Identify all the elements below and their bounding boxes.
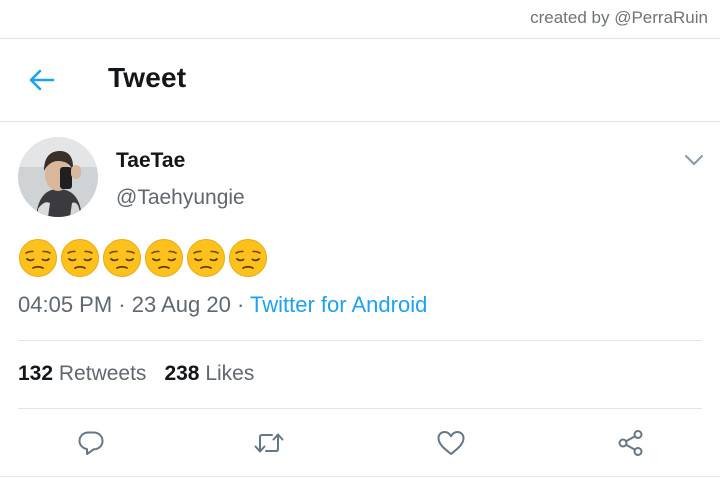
tweet-source-link[interactable]: Twitter for Android <box>250 292 427 317</box>
avatar[interactable] <box>18 137 98 217</box>
like-button[interactable] <box>428 420 474 466</box>
pensive-face-emoji <box>229 239 267 277</box>
likes-count: 238 <box>164 362 200 385</box>
likes-stat[interactable]: 238 Likes <box>164 362 254 385</box>
pensive-face-emoji <box>187 239 225 277</box>
retweet-icon <box>254 433 284 453</box>
heart-icon <box>437 431 465 455</box>
share-button[interactable] <box>608 420 654 466</box>
user-handle[interactable]: @Taehyungie <box>116 186 245 210</box>
likes-label: Likes <box>205 362 255 385</box>
tweet-options-button[interactable] <box>680 148 708 172</box>
reply-button[interactable] <box>68 420 114 466</box>
tweet-time: 04:05 PM <box>18 292 113 317</box>
display-name[interactable]: TaeTae <box>116 149 185 173</box>
retweet-button[interactable] <box>246 420 292 466</box>
tweet-text <box>18 238 268 280</box>
meta-separator: · <box>236 292 245 317</box>
tweet-metadata: 04:05 PM · 23 Aug 20 · Twitter for Andro… <box>18 292 427 318</box>
meta-separator: · <box>118 292 126 317</box>
bottom-divider <box>0 476 720 477</box>
watermark-credit: created by @PerraRuin <box>530 8 708 27</box>
retweets-stat[interactable]: 132 Retweets <box>18 362 146 385</box>
share-icon <box>618 430 643 456</box>
pensive-face-emoji <box>145 239 183 277</box>
divider <box>18 340 702 341</box>
retweets-count: 132 <box>18 362 54 385</box>
retweets-label: Retweets <box>58 362 147 385</box>
pensive-face-emoji <box>103 239 141 277</box>
pensive-face-emoji <box>19 239 57 277</box>
reply-icon <box>78 431 104 455</box>
header-divider <box>0 121 720 122</box>
back-button[interactable] <box>26 65 56 95</box>
arrow-left-icon <box>29 69 55 91</box>
pensive-face-emoji <box>61 239 99 277</box>
tweet-date: 23 Aug 20 <box>131 292 231 317</box>
chevron-down-icon <box>685 155 703 165</box>
engagement-stats: 132 Retweets 238 Likes <box>18 362 254 386</box>
page-title: Tweet <box>108 62 187 93</box>
tweet-action-bar <box>0 420 720 466</box>
divider <box>18 408 702 409</box>
app-header: Tweet <box>0 39 720 121</box>
